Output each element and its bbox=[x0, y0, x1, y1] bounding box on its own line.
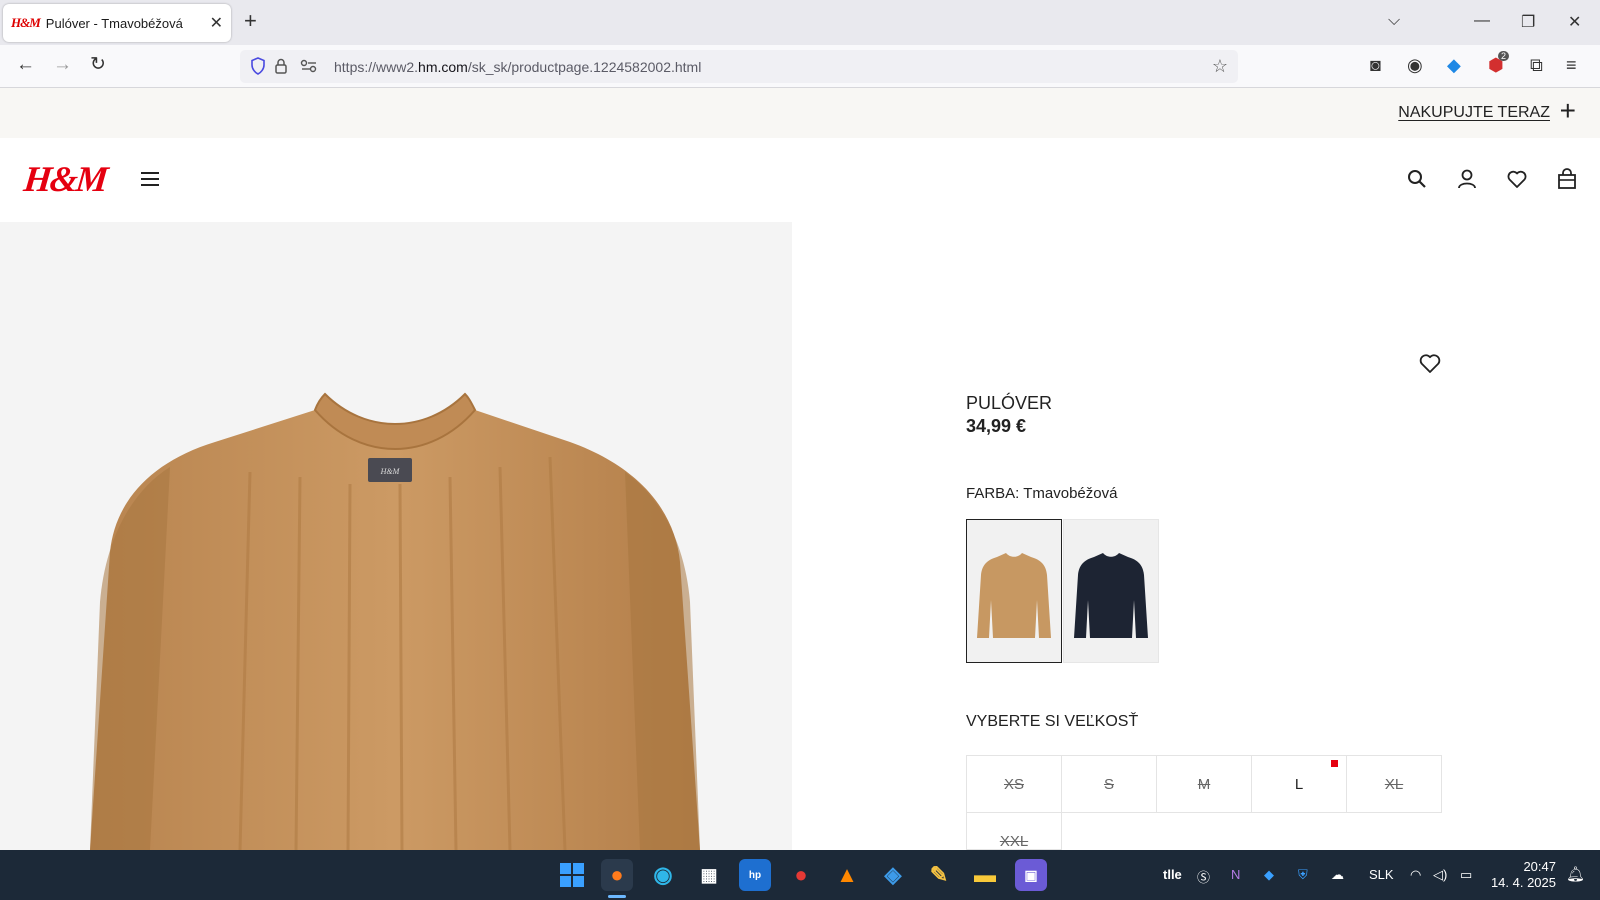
store-taskbar-icon[interactable]: ▦ bbox=[693, 859, 725, 891]
app-purple-taskbar-icon[interactable]: ▣ bbox=[1015, 859, 1047, 891]
product-main-image[interactable]: H&M bbox=[0, 222, 792, 850]
forward-button[interactable]: → bbox=[53, 55, 72, 75]
size-selector-title: VYBERTE SI VEĽKOSŤ bbox=[966, 713, 1139, 730]
shop-now-link[interactable]: NAKUPUJTE TERAZ bbox=[1398, 104, 1550, 122]
red-app-icon: ● bbox=[794, 862, 808, 887]
shield-icon[interactable] bbox=[250, 57, 266, 75]
swatch-sweater-beige-image bbox=[977, 553, 1051, 638]
volume-icon[interactable]: ◁) bbox=[1433, 867, 1447, 883]
promo-banner: NAKUPUJTE TERAZ + bbox=[0, 88, 1600, 138]
tab-title: Pulóver - Tmavobéžová bbox=[45, 15, 183, 31]
tab-strip: H&M Pulóver - Tmavobéžová ✕ + ⌵ — ❐ ✕ bbox=[0, 0, 1600, 45]
menu-hamburger-icon[interactable] bbox=[141, 172, 159, 186]
yellow-app-icon: ✎ bbox=[929, 862, 949, 887]
clock-time: 20:47 bbox=[1523, 859, 1556, 874]
windows-start-icon[interactable] bbox=[556, 859, 588, 891]
tab-close-icon[interactable]: ✕ bbox=[210, 13, 223, 33]
reload-button[interactable]: ↻ bbox=[90, 55, 106, 75]
product-name: PULÓVER bbox=[966, 393, 1053, 413]
close-window-button[interactable]: ✕ bbox=[1568, 12, 1581, 32]
clock-date: 14. 4. 2025 bbox=[1490, 875, 1556, 890]
account-icon[interactable]: ◉ bbox=[1407, 55, 1423, 76]
size-option-m[interactable]: M bbox=[1156, 755, 1252, 813]
blue-app-icon: ◈ bbox=[884, 862, 902, 887]
url-bar[interactable]: https://www2.hm.com/sk_sk/productpage.12… bbox=[240, 50, 1238, 83]
lock-icon[interactable] bbox=[274, 57, 288, 75]
shopping-bag-icon[interactable] bbox=[1556, 168, 1578, 190]
file-explorer-taskbar-icon[interactable]: ▬ bbox=[969, 859, 1001, 891]
firefox-icon: ● bbox=[610, 862, 624, 887]
edge-icon: ◉ bbox=[653, 862, 673, 887]
color-swatch-navy[interactable] bbox=[1063, 519, 1159, 663]
add-to-favorites-heart-icon[interactable] bbox=[1418, 351, 1442, 375]
browser-tab[interactable]: H&M Pulóver - Tmavobéžová ✕ bbox=[3, 4, 231, 42]
permissions-icon[interactable] bbox=[300, 59, 318, 73]
url-text[interactable]: https://www2.hm.com/sk_sk/productpage.12… bbox=[334, 59, 701, 75]
size-option-xxl[interactable]: XXL bbox=[966, 812, 1062, 850]
app-red-taskbar-icon[interactable]: ● bbox=[785, 859, 817, 891]
navigation-toolbar: ← → ↻ https://www2.hm.com/sk_sk/productp… bbox=[0, 45, 1600, 88]
color-swatch-dark-beige[interactable] bbox=[966, 519, 1062, 663]
favorites-heart-icon[interactable] bbox=[1506, 168, 1528, 190]
hm-favicon-icon: H&M bbox=[11, 15, 41, 30]
windows-taskbar: ● ◉ ▦ hp ● ▲ ◈ ✎ ▬ ▣ tlle Ⓢ N ◆ ⛨ ☁ SLK … bbox=[0, 850, 1600, 900]
product-price: 34,99 € bbox=[966, 416, 1027, 436]
svg-text:H&M: H&M bbox=[380, 467, 401, 476]
myhp-icon: hp bbox=[748, 869, 762, 881]
onenote-tray-icon[interactable]: N bbox=[1231, 867, 1240, 882]
expand-plus-icon[interactable]: + bbox=[1560, 97, 1576, 125]
onedrive-cloud-icon[interactable]: ☁ bbox=[1331, 867, 1344, 883]
restore-button[interactable]: ❐ bbox=[1521, 12, 1535, 32]
minimize-button[interactable]: — bbox=[1474, 12, 1490, 30]
notifications-bell-icon[interactable]: 🔔︎ bbox=[1566, 865, 1585, 883]
myhp-taskbar-icon[interactable]: hp bbox=[739, 859, 771, 891]
site-header: H&M bbox=[0, 138, 1600, 222]
search-icon[interactable] bbox=[1406, 168, 1428, 190]
purple-app-icon: ▣ bbox=[1024, 866, 1038, 883]
size-option-xs[interactable]: XS bbox=[966, 755, 1062, 813]
vlc-taskbar-icon[interactable]: ▲ bbox=[831, 859, 863, 891]
app-yellow-taskbar-icon[interactable]: ✎ bbox=[923, 859, 955, 891]
back-button[interactable]: ← bbox=[16, 55, 35, 75]
bookmark-star-icon[interactable]: ☆ bbox=[1212, 56, 1228, 77]
folder-icon: ▬ bbox=[974, 862, 996, 887]
skype-tray-icon[interactable]: Ⓢ bbox=[1197, 867, 1210, 886]
vlc-cone-icon: ▲ bbox=[836, 862, 858, 887]
new-tab-button[interactable]: + bbox=[244, 10, 257, 32]
extension-badge: 2 bbox=[1498, 51, 1510, 61]
size-option-s[interactable]: S bbox=[1061, 755, 1157, 813]
hm-logo[interactable]: H&M bbox=[22, 158, 108, 200]
wifi-icon[interactable]: ◠ bbox=[1410, 867, 1421, 883]
system-clock[interactable]: 20:47 14. 4. 2025 bbox=[1491, 859, 1556, 891]
app-blue-taskbar-icon[interactable]: ◈ bbox=[877, 859, 909, 891]
firefox-taskbar-icon[interactable]: ● bbox=[601, 859, 633, 891]
fox-tray-icon[interactable]: ◆ bbox=[1264, 867, 1274, 883]
swatch-sweater-navy-image bbox=[1074, 553, 1148, 638]
app-menu-icon[interactable]: ≡ bbox=[1566, 55, 1577, 76]
sweater-image: H&M bbox=[90, 392, 700, 850]
tab-list-chevron-icon[interactable]: ⌵ bbox=[1388, 12, 1400, 30]
store-icon: ▦ bbox=[700, 864, 718, 885]
color-label: FARBA: Tmavobéžová bbox=[966, 485, 1118, 502]
battery-icon[interactable]: ▭ bbox=[1460, 867, 1472, 883]
active-app-indicator bbox=[608, 895, 626, 898]
low-stock-indicator bbox=[1331, 760, 1338, 767]
tray-text[interactable]: tlle bbox=[1163, 867, 1182, 882]
language-indicator[interactable]: SLK bbox=[1369, 867, 1394, 882]
pocket-icon[interactable]: ◙ bbox=[1370, 55, 1381, 76]
size-option-l[interactable]: L bbox=[1251, 755, 1347, 813]
extension-fox-icon[interactable]: ◆ bbox=[1447, 55, 1461, 76]
extensions-puzzle-icon[interactable]: ⧉ bbox=[1530, 55, 1543, 76]
size-option-xl[interactable]: XL bbox=[1346, 755, 1442, 813]
security-shield-tray-icon[interactable]: ⛨ bbox=[1298, 867, 1308, 883]
edge-taskbar-icon[interactable]: ◉ bbox=[647, 859, 679, 891]
account-icon[interactable] bbox=[1456, 168, 1478, 190]
